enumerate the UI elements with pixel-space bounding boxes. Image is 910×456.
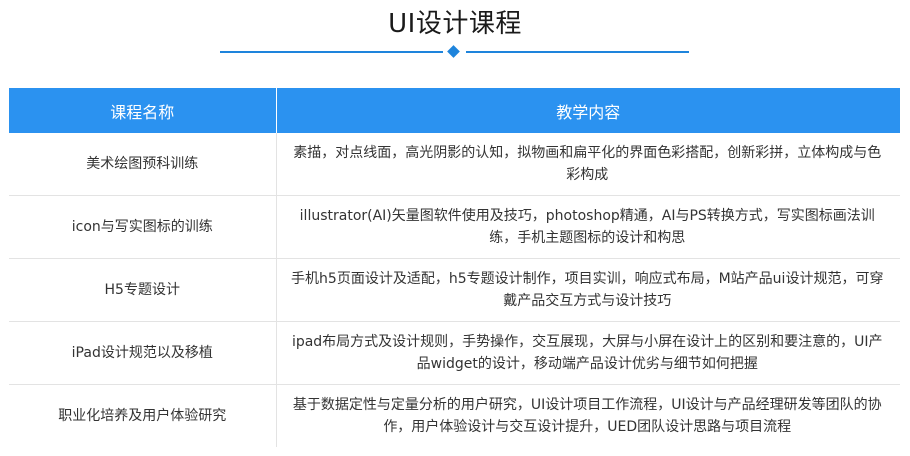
table-row: 美术绘图预科训练 素描，对点线面，高光阴影的认知，拟物画和扁平化的界面色彩搭配，… <box>9 133 900 196</box>
table-row: icon与写实图标的训练 illustrator(AI)矢量图软件使用及技巧，p… <box>9 195 900 259</box>
title-divider-left <box>220 51 443 53</box>
course-name-cell: H5专题设计 <box>9 258 277 322</box>
course-name-cell: 职业化培养及用户体验研究 <box>9 384 277 447</box>
title-diamond-ornament <box>447 45 460 58</box>
course-content-cell: 手机h5页面设计及适配，h5专题设计制作，项目实训，响应式布局，M站产品ui设计… <box>276 258 900 322</box>
course-content-cell: illustrator(AI)矢量图软件使用及技巧，photoshop精通，AI… <box>276 195 900 259</box>
course-name-cell: iPad设计规范以及移植 <box>9 321 277 385</box>
table-row: iPad设计规范以及移植 ipad布局方式及设计规则，手势操作，交互展现，大屏与… <box>9 321 900 385</box>
course-content-cell: 素描，对点线面，高光阴影的认知，拟物画和扁平化的界面色彩搭配，创新彩拼，立体构成… <box>276 133 900 196</box>
header-course-name: 课程名称 <box>9 88 277 133</box>
course-content-cell: 基于数据定性与定量分析的用户研究，UI设计项目工作流程，UI设计与产品经理研发等… <box>292 397 882 435</box>
table-row: H5专题设计 手机h5页面设计及适配，h5专题设计制作，项目实训，响应式布局，M… <box>9 258 900 322</box>
course-table: 课程名称 教学内容 美术绘图预科训练 素描，对点线面，高光阴影的认知，拟物画和扁… <box>9 88 900 447</box>
table-row: 职业化培养及用户体验研究 基于数据定性与定量分析的用户研究，UI设计项目工作流程… <box>9 384 900 447</box>
header-teaching-content: 教学内容 <box>276 88 900 133</box>
course-content-cell: ipad布局方式及设计规则，手势操作，交互展现，大屏与小屏在设计上的区别和要注意… <box>276 321 900 385</box>
course-name-cell: icon与写实图标的训练 <box>9 195 277 259</box>
title-divider-right <box>466 51 689 53</box>
course-name-cell: 美术绘图预科训练 <box>9 133 277 196</box>
table-header-row: 课程名称 教学内容 <box>9 88 900 133</box>
page-title: UI设计课程 <box>388 9 522 39</box>
